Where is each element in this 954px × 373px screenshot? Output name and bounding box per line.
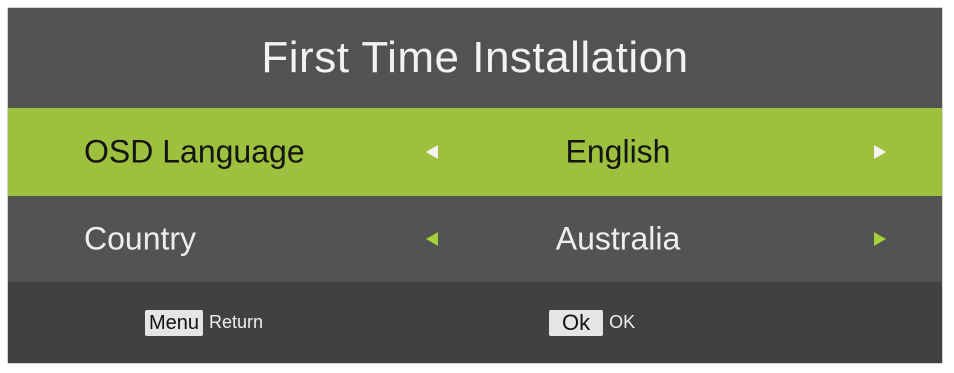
osd-language-value: English xyxy=(565,133,671,170)
osd-language-row[interactable]: OSD Language English xyxy=(8,108,942,196)
ok-text: OK xyxy=(609,312,636,332)
country-label: Country xyxy=(84,220,197,257)
triangle-left-icon[interactable] xyxy=(426,145,438,159)
footer-hints: Menu Return Ok OK xyxy=(8,282,942,363)
triangle-right-icon[interactable] xyxy=(874,145,886,159)
ok-hint[interactable]: Ok OK xyxy=(549,309,636,336)
title-bar: First Time Installation xyxy=(8,8,942,108)
menu-return-hint[interactable]: Menu Return xyxy=(145,309,264,336)
osd-language-label: OSD Language xyxy=(84,133,305,170)
ok-key[interactable]: Ok xyxy=(549,309,604,336)
menu-key[interactable]: Menu xyxy=(145,309,204,336)
menu-return-text: Return xyxy=(209,312,264,332)
triangle-right-icon[interactable] xyxy=(874,232,886,246)
osd-dialog: First Time Installation OSD Language Eng… xyxy=(8,8,942,363)
dialog-title: First Time Installation xyxy=(261,33,689,82)
country-row[interactable]: Country Australia xyxy=(8,196,942,282)
triangle-left-icon[interactable] xyxy=(426,232,438,246)
country-value: Australia xyxy=(555,220,681,257)
